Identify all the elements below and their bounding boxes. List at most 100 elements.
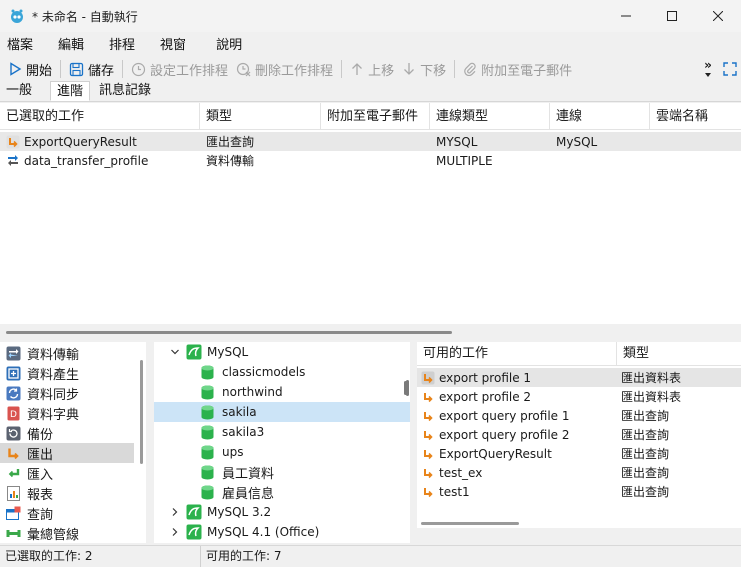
- category-label: 報表: [27, 487, 54, 503]
- tree-node-database[interactable]: 員工資料: [154, 462, 410, 482]
- job-connection-type: MULTIPLE: [436, 153, 493, 168]
- tree-node-database[interactable]: classicmodels: [154, 362, 410, 382]
- column-header[interactable]: 附加至電子郵件: [321, 103, 430, 129]
- tree-node-connection[interactable]: MySQL 4.1 (Office): [154, 522, 410, 542]
- job-type: 匯出資料表: [621, 390, 682, 404]
- category-scrollbar[interactable]: [140, 360, 143, 464]
- move-up-button[interactable]: 上移: [346, 57, 398, 81]
- chevron-right-icon[interactable]: [170, 507, 180, 517]
- menu-schedule[interactable]: 排程: [109, 34, 135, 53]
- column-header[interactable]: 已選取的工作: [0, 103, 200, 129]
- table-row[interactable]: export query profile 2 匯出查詢: [417, 425, 741, 444]
- category-data-dictionary[interactable]: D 資料字典: [0, 403, 134, 423]
- horizontal-scrollbar-thumb[interactable]: [6, 331, 452, 334]
- clock-icon: [131, 62, 146, 76]
- category-import[interactable]: 匯入: [0, 463, 134, 483]
- job-name-cell: test1: [417, 485, 617, 499]
- column-header[interactable]: 類型: [617, 342, 741, 365]
- category-label: 資料產生: [27, 367, 80, 383]
- category-backup[interactable]: 備份: [0, 423, 134, 443]
- menu-window[interactable]: 視窗: [160, 34, 186, 53]
- tree-node-label: ups: [222, 445, 244, 459]
- import-icon: [8, 468, 20, 477]
- job-name-cell: export profile 1: [417, 371, 617, 385]
- tab-strip: 一般 進階 訊息記錄: [0, 81, 741, 102]
- database-icon: [201, 365, 214, 379]
- category-query[interactable]: 查詢: [0, 503, 134, 523]
- chevron-right-icon[interactable]: [170, 527, 180, 537]
- tree-node-database[interactable]: sakila3: [154, 422, 410, 442]
- category-label: 彙總管線: [27, 527, 80, 543]
- job-name: data_transfer_profile: [24, 153, 149, 168]
- category-label: 備份: [27, 427, 54, 443]
- column-header[interactable]: 類型: [200, 103, 321, 129]
- table-row[interactable]: ExportQueryResult 匯出查詢: [417, 444, 741, 463]
- category-label: 資料字典: [27, 407, 80, 423]
- category-report[interactable]: 報表: [0, 483, 134, 503]
- database-icon: [201, 425, 214, 439]
- tree-node-database[interactable]: 雇員信息: [154, 482, 410, 502]
- export-icon: [424, 430, 433, 440]
- move-down-button[interactable]: 下移: [398, 57, 450, 81]
- menu-file[interactable]: 檔案: [7, 34, 33, 53]
- toolbar-overflow-button[interactable]: »: [701, 59, 715, 77]
- minimize-icon: [621, 15, 631, 17]
- export-icon: [8, 448, 19, 459]
- move-down-label: 下移: [420, 63, 447, 79]
- job-type: 匯出查詢: [621, 409, 670, 423]
- horizontal-scrollbar-thumb[interactable]: [421, 522, 519, 525]
- clock-delete-icon: [236, 62, 251, 76]
- tree-node-label: northwind: [222, 385, 283, 399]
- category-export[interactable]: 匯出: [0, 443, 134, 463]
- table-row[interactable]: ExportQueryResult 匯出查詢 MYSQL MySQL: [0, 132, 741, 151]
- save-button[interactable]: 儲存: [65, 57, 118, 81]
- tree-node-database[interactable]: northwind: [154, 382, 410, 402]
- attach-email-button[interactable]: 附加至電子郵件: [459, 57, 576, 81]
- job-type: 匯出查詢: [621, 466, 670, 480]
- job-name-cell: export query profile 2: [417, 428, 617, 442]
- tab-message-log[interactable]: 訊息記錄: [93, 81, 157, 101]
- menu-help[interactable]: 說明: [216, 34, 242, 53]
- attach-email-label: 附加至電子郵件: [481, 63, 573, 79]
- table-row[interactable]: test_ex 匯出查詢: [417, 463, 741, 482]
- arrow-up-icon: [352, 63, 363, 75]
- maximize-button[interactable]: [649, 0, 695, 32]
- tree-node-database[interactable]: sakila: [154, 402, 410, 422]
- connection-tree: MySQL classicmodels northwind sakila sak…: [154, 342, 410, 543]
- column-header[interactable]: 連線: [550, 103, 650, 129]
- tab-advanced[interactable]: 進階: [50, 81, 91, 101]
- pane-splitter[interactable]: [0, 324, 741, 342]
- minimize-button[interactable]: [603, 0, 649, 32]
- table-row[interactable]: export profile 1 匯出資料表: [417, 368, 741, 387]
- column-header[interactable]: 雲端名稱: [650, 103, 741, 129]
- job-connection-type: MYSQL: [436, 134, 478, 149]
- table-row[interactable]: export query profile 1 匯出查詢: [417, 406, 741, 425]
- delete-schedule-button[interactable]: 刪除工作排程: [232, 57, 337, 81]
- category-data-sync[interactable]: 資料同步: [0, 383, 134, 403]
- close-button[interactable]: [695, 0, 741, 32]
- tree-node-label: 員工資料: [222, 466, 275, 482]
- tree-node-connection[interactable]: MySQL 3.2: [154, 502, 410, 522]
- window-title: * 未命名 - 自動執行: [32, 9, 138, 24]
- export-icon: [424, 392, 433, 402]
- category-data-transfer[interactable]: 資料傳輸: [0, 343, 134, 363]
- available-jobs-vscrollbar[interactable]: [406, 380, 409, 396]
- table-row[interactable]: test1 匯出查詢: [417, 482, 741, 501]
- category-data-generation[interactable]: 資料產生: [0, 363, 134, 383]
- tree-node-mysql[interactable]: MySQL: [154, 342, 410, 362]
- chevron-down-icon[interactable]: [170, 347, 180, 357]
- column-header[interactable]: 連線類型: [430, 103, 550, 129]
- available-jobs-hscrollbar[interactable]: [417, 518, 741, 528]
- category-aggregation-pipeline[interactable]: 彙總管線: [0, 523, 134, 543]
- tree-node-database[interactable]: ups: [154, 442, 410, 462]
- category-label: 資料傳輸: [27, 347, 80, 363]
- fullscreen-icon[interactable]: [723, 62, 737, 76]
- job-name-cell: data_transfer_profile: [0, 154, 200, 168]
- start-button[interactable]: 開始: [4, 57, 56, 81]
- set-schedule-button[interactable]: 設定工作排程: [127, 57, 232, 81]
- column-header[interactable]: 可用的工作: [417, 342, 617, 365]
- menu-edit[interactable]: 編輯: [58, 34, 84, 53]
- table-row[interactable]: data_transfer_profile 資料傳輸 MULTIPLE: [0, 151, 741, 170]
- table-row[interactable]: export profile 2 匯出資料表: [417, 387, 741, 406]
- tab-general[interactable]: 一般: [0, 81, 38, 101]
